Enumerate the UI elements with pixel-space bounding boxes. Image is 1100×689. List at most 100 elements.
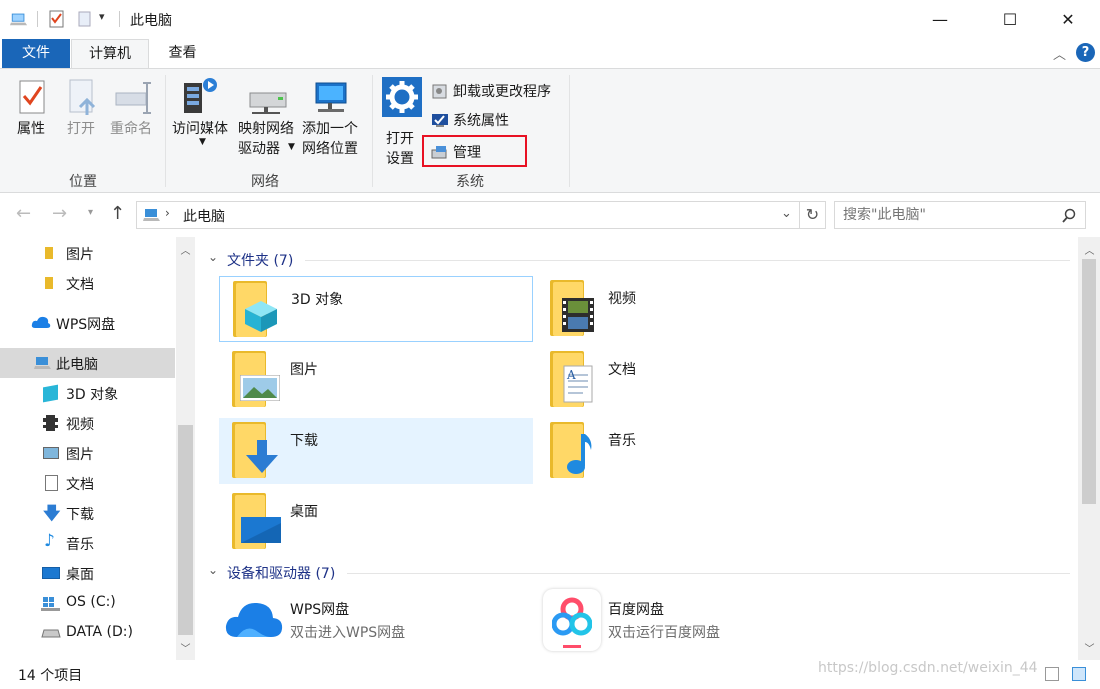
- folder-tile-downloads[interactable]: 下载: [219, 418, 533, 484]
- minimize-button[interactable]: —: [917, 0, 963, 38]
- tab-computer[interactable]: 计算机: [71, 39, 149, 70]
- scroll-up-icon[interactable]: ︿: [177, 242, 194, 257]
- ribbon-panel: 属性 打开 重命名 位置 访问媒体 ▼ 映射网络 驱动器 ▼ 添加一个 网络位置…: [0, 68, 1100, 193]
- scroll-up-icon[interactable]: ︿: [1081, 242, 1098, 257]
- nav-item-drive-c[interactable]: OS (C:): [0, 588, 175, 618]
- collapse-ribbon-icon[interactable]: ︿: [1053, 44, 1066, 63]
- add-network-location-button[interactable]: 添加一个 网络位置: [300, 75, 364, 159]
- manage-button[interactable]: 管理: [422, 135, 527, 167]
- settings-gear-icon: [382, 77, 422, 117]
- device-tile-wps-cloud[interactable]: WPS网盘 双击进入WPS网盘: [219, 587, 533, 653]
- group-divider: [569, 75, 570, 187]
- nav-item-music[interactable]: ♪ 音乐: [0, 528, 175, 558]
- download-arrow-icon: 🡇: [43, 504, 61, 524]
- baidu-logo-icon: [552, 597, 592, 636]
- group-title-network: 网络: [251, 174, 279, 190]
- properties-quick-icon[interactable]: [48, 9, 66, 29]
- download-arrow-icon: [246, 440, 278, 473]
- section-header-devices[interactable]: 设备和驱动器 (7): [227, 563, 335, 583]
- music-note-icon: ♪: [44, 531, 55, 551]
- file-explorer-window: ▾ 此电脑 — ☐ ✕ 文件 计算机 查看 ︿ ? 属性 打开 重命名 位置 访…: [0, 0, 1100, 689]
- scroll-down-icon[interactable]: ﹀: [1081, 640, 1098, 655]
- back-arrow-icon[interactable]: ←: [16, 203, 31, 224]
- computer-icon: [34, 357, 51, 369]
- window-title: 此电脑: [130, 13, 172, 29]
- nav-item-desktop[interactable]: 桌面: [0, 558, 175, 588]
- search-input[interactable]: [843, 202, 1053, 228]
- new-folder-quick-icon[interactable]: [76, 9, 94, 29]
- folder-icon: [45, 247, 53, 259]
- nav-item-videos[interactable]: 视频: [0, 408, 175, 438]
- computer-icon: [10, 13, 28, 26]
- folder-tile-documents[interactable]: A 文档: [537, 347, 851, 413]
- cloud-icon: [31, 316, 51, 328]
- search-icon[interactable]: [1061, 208, 1077, 224]
- maximize-button[interactable]: ☐: [987, 0, 1033, 38]
- nav-item-3d-objects[interactable]: 3D 对象: [0, 378, 175, 408]
- customize-quick-access-icon[interactable]: ▾: [99, 10, 105, 23]
- breadcrumb-current[interactable]: 此电脑: [183, 206, 225, 226]
- nav-item-documents-quick[interactable]: 文档: [0, 268, 175, 298]
- nav-scrollbar[interactable]: ︿ ﹀: [176, 237, 195, 660]
- nav-item-pictures-quick[interactable]: 图片: [0, 238, 175, 268]
- tab-view[interactable]: 查看: [150, 39, 215, 68]
- breadcrumb-separator-icon[interactable]: ›: [165, 206, 170, 220]
- close-button[interactable]: ✕: [1045, 0, 1091, 38]
- properties-button[interactable]: 属性: [14, 75, 54, 139]
- nav-item-this-pc[interactable]: 此电脑: [0, 348, 175, 378]
- refresh-button[interactable]: ↻: [800, 201, 826, 229]
- nav-item-documents[interactable]: 文档: [0, 468, 175, 498]
- folder-tile-3d-objects[interactable]: 3D 对象: [219, 276, 533, 342]
- navigation-pane: 图片 文档 WPS网盘 此电脑 3D 对象 视频 图片 文档 🡇 下载 ♪ 音乐…: [0, 237, 195, 660]
- group-title-system: 系统: [456, 174, 484, 190]
- address-dropdown-icon[interactable]: ⌄: [781, 206, 792, 221]
- nav-scrollbar-thumb[interactable]: [178, 425, 193, 635]
- folder-tile-music[interactable]: 音乐: [537, 418, 851, 484]
- nav-item-drive-d[interactable]: DATA (D:): [0, 618, 175, 648]
- ribbon-tabs: 文件 计算机 查看 ︿ ?: [0, 38, 1100, 70]
- forward-arrow-icon[interactable]: →: [52, 203, 67, 224]
- nav-item-pictures[interactable]: 图片: [0, 438, 175, 468]
- folder-tile-pictures[interactable]: 图片: [219, 347, 533, 413]
- scroll-down-icon[interactable]: ﹀: [177, 640, 194, 655]
- music-note-icon: [567, 434, 592, 474]
- content-scrollbar[interactable]: ︿ ﹀: [1078, 237, 1100, 660]
- nav-item-wps-cloud[interactable]: WPS网盘: [0, 308, 175, 338]
- picture-icon: [240, 375, 280, 401]
- folder-tile-desktop[interactable]: 桌面: [219, 489, 533, 555]
- dropdown-arrow-icon: ▼: [199, 137, 206, 147]
- desktop-icon: [42, 567, 60, 579]
- nav-item-downloads[interactable]: 🡇 下载: [0, 498, 175, 528]
- open-settings-button[interactable]: 打开 设置: [380, 75, 424, 167]
- status-bar: 14 个项目 https://blog.csdn.net/weixin_44: [0, 660, 1100, 689]
- recent-locations-icon[interactable]: ▾: [88, 207, 93, 218]
- title-bar: ▾ 此电脑 — ☐ ✕: [0, 0, 1100, 38]
- address-bar[interactable]: › 此电脑 ⌄: [136, 201, 800, 229]
- folder-tile-videos[interactable]: 视频: [537, 276, 851, 342]
- collapse-chevron-icon[interactable]: ⌄: [208, 250, 218, 264]
- large-icons-view-icon[interactable]: [1072, 667, 1086, 681]
- tab-file[interactable]: 文件: [2, 39, 70, 68]
- search-box[interactable]: [834, 201, 1086, 229]
- device-tile-baidu-netdisk[interactable]: 百度网盘 双击运行百度网盘: [537, 587, 851, 653]
- open-button: 打开: [64, 75, 104, 139]
- map-network-drive-button[interactable]: 映射网络 驱动器 ▼: [237, 75, 301, 159]
- help-icon[interactable]: ?: [1076, 43, 1095, 62]
- dropdown-arrow-icon: ▼: [288, 142, 295, 152]
- section-header-folders[interactable]: 文件夹 (7): [227, 250, 293, 270]
- access-media-button[interactable]: 访问媒体 ▼: [170, 75, 234, 159]
- collapse-chevron-icon[interactable]: ⌄: [208, 563, 218, 577]
- computer-icon: [143, 209, 160, 221]
- system-properties-button[interactable]: 系统属性: [430, 108, 570, 132]
- group-title-location: 位置: [69, 174, 97, 190]
- up-arrow-icon[interactable]: ↑: [110, 203, 125, 224]
- film-icon: [43, 415, 58, 431]
- details-view-icon[interactable]: [1045, 667, 1059, 681]
- group-divider: [372, 75, 373, 187]
- cube-icon: [43, 384, 58, 403]
- rename-button: 重命名: [108, 75, 158, 139]
- wps-cloud-icon: [225, 602, 283, 637]
- content-scrollbar-thumb[interactable]: [1082, 259, 1096, 504]
- uninstall-programs-button[interactable]: 卸载或更改程序: [430, 79, 570, 103]
- desktop-icon: [241, 517, 281, 543]
